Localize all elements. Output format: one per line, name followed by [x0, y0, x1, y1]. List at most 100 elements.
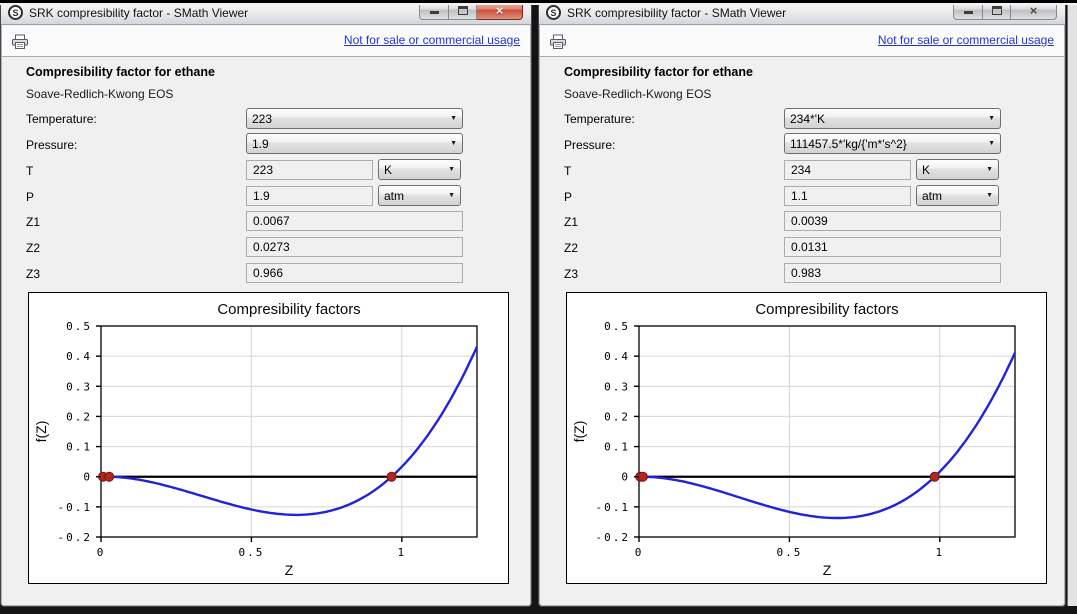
p-input[interactable]: 1.9	[246, 186, 373, 206]
chevron-down-icon: ▼	[446, 140, 457, 147]
z3-label: Z3	[564, 267, 578, 281]
printer-icon	[549, 34, 567, 50]
chevron-down-icon: ▼	[444, 192, 455, 199]
svg-text:1: 1	[397, 546, 406, 559]
z3-value: 0.983	[791, 266, 821, 280]
z2-output[interactable]: 0.0273	[246, 237, 463, 257]
print-button[interactable]	[547, 32, 569, 51]
t-label: T	[26, 164, 33, 178]
svg-text:0.1: 0.1	[66, 441, 92, 454]
close-icon: ×	[1030, 4, 1038, 17]
svg-text:0.5: 0.5	[66, 320, 92, 333]
t-unit-combo[interactable]: K ▼	[378, 159, 461, 180]
svg-text:0.5: 0.5	[776, 546, 802, 559]
smath-logo-letter: S	[550, 8, 556, 18]
svg-text:Compresibility factors: Compresibility factors	[755, 301, 898, 318]
z2-output[interactable]: 0.0131	[784, 237, 1001, 257]
svg-text:Z: Z	[285, 562, 294, 578]
temperature-combo-value: 234*'K	[790, 112, 825, 126]
smath-viewer-window-right: S SRK compresibility factor - SMath View…	[538, 0, 1066, 607]
svg-text:f(Z): f(Z)	[33, 421, 49, 443]
pressure-combo[interactable]: 1.9 ▼	[246, 133, 463, 154]
svg-text:0.4: 0.4	[604, 350, 630, 363]
svg-text:0: 0	[621, 471, 630, 484]
chevron-down-icon: ▼	[982, 166, 993, 173]
print-button[interactable]	[9, 32, 31, 51]
printer-icon	[11, 34, 29, 50]
z1-output[interactable]: 0.0067	[246, 211, 463, 231]
svg-text:0.5: 0.5	[604, 320, 630, 333]
temperature-label: Temperature:	[26, 112, 97, 126]
t-input[interactable]: 234	[784, 160, 911, 180]
svg-text:Compresibility factors: Compresibility factors	[217, 301, 360, 318]
p-input[interactable]: 1.1	[784, 186, 911, 206]
z2-value: 0.0131	[791, 240, 828, 254]
document-subheading: Soave-Redlich-Kwong EOS	[564, 87, 711, 101]
temperature-combo[interactable]: 223 ▼	[246, 108, 463, 129]
t-unit-value: K	[922, 163, 930, 177]
close-icon: ×	[496, 4, 504, 17]
p-label: P	[26, 190, 34, 204]
pressure-combo[interactable]: 111457.5*'kg/{'m*'s^2} ▼	[784, 133, 1001, 154]
minimize-icon	[964, 11, 973, 14]
smath-logo-letter: S	[12, 8, 18, 18]
chevron-down-icon: ▼	[984, 140, 995, 147]
p-unit-combo[interactable]: atm ▼	[378, 185, 461, 206]
z1-label: Z1	[564, 215, 578, 229]
svg-text:0: 0	[83, 471, 92, 484]
svg-text:1: 1	[935, 546, 944, 559]
pressure-label: Pressure:	[26, 138, 77, 152]
toolbar: Not for sale or commercial usage	[540, 26, 1064, 57]
z3-output[interactable]: 0.983	[784, 263, 1001, 283]
svg-text:0.2: 0.2	[66, 410, 92, 423]
license-link[interactable]: Not for sale or commercial usage	[878, 33, 1054, 47]
svg-text:-0.1: -0.1	[58, 501, 93, 514]
p-unit-value: atm	[384, 189, 404, 203]
temperature-combo[interactable]: 234*'K ▼	[784, 108, 1001, 129]
z1-label: Z1	[26, 215, 40, 229]
z3-output[interactable]: 0.966	[246, 263, 463, 283]
svg-text:0.4: 0.4	[66, 350, 92, 363]
svg-text:0.1: 0.1	[604, 441, 630, 454]
z1-output[interactable]: 0.0039	[784, 211, 1001, 231]
p-unit-combo[interactable]: atm ▼	[916, 185, 999, 206]
svg-text:-0.2: -0.2	[58, 531, 93, 544]
z2-label: Z2	[564, 241, 578, 255]
p-value: 1.1	[791, 189, 808, 203]
t-unit-value: K	[384, 163, 392, 177]
document-heading: Compresibility factor for ethane	[26, 65, 215, 79]
chevron-down-icon: ▼	[446, 115, 457, 122]
t-value: 234	[791, 163, 811, 177]
license-link[interactable]: Not for sale or commercial usage	[344, 33, 520, 47]
z3-label: Z3	[26, 267, 40, 281]
t-unit-combo[interactable]: K ▼	[916, 159, 999, 180]
temperature-label: Temperature:	[564, 112, 635, 126]
compressibility-chart: 0.50.40.30.20.10-0.1-0.200.51Compresibil…	[29, 293, 508, 588]
window-title: SRK compresibility factor - SMath Viewer	[567, 6, 786, 20]
p-value: 1.9	[253, 189, 270, 203]
pressure-combo-value: 111457.5*'kg/{'m*'s^2}	[790, 137, 907, 151]
window-title: SRK compresibility factor - SMath Viewer	[29, 6, 248, 20]
p-label: P	[564, 190, 572, 204]
background-window-edge	[1067, 0, 1077, 606]
chevron-down-icon: ▼	[984, 115, 995, 122]
svg-text:f(Z): f(Z)	[571, 421, 587, 443]
t-input[interactable]: 223	[246, 160, 373, 180]
z1-value: 0.0067	[253, 214, 290, 228]
chart-panel: 0.50.40.30.20.10-0.1-0.200.51Compresibil…	[566, 292, 1047, 584]
t-value: 223	[253, 163, 273, 177]
svg-text:0: 0	[635, 546, 644, 559]
chart-panel: 0.50.40.30.20.10-0.1-0.200.51Compresibil…	[28, 292, 509, 584]
toolbar: Not for sale or commercial usage	[2, 26, 530, 57]
document-heading: Compresibility factor for ethane	[564, 65, 753, 79]
p-unit-value: atm	[922, 189, 942, 203]
smath-viewer-window-left: S SRK compresibility factor - SMath View…	[0, 0, 532, 607]
svg-text:0: 0	[97, 546, 106, 559]
z1-value: 0.0039	[791, 214, 828, 228]
z2-label: Z2	[26, 241, 40, 255]
svg-text:Z: Z	[823, 562, 832, 578]
chevron-down-icon: ▼	[982, 192, 993, 199]
maximize-icon	[992, 6, 1002, 15]
maximize-icon	[458, 6, 468, 15]
svg-text:0.2: 0.2	[604, 410, 630, 423]
